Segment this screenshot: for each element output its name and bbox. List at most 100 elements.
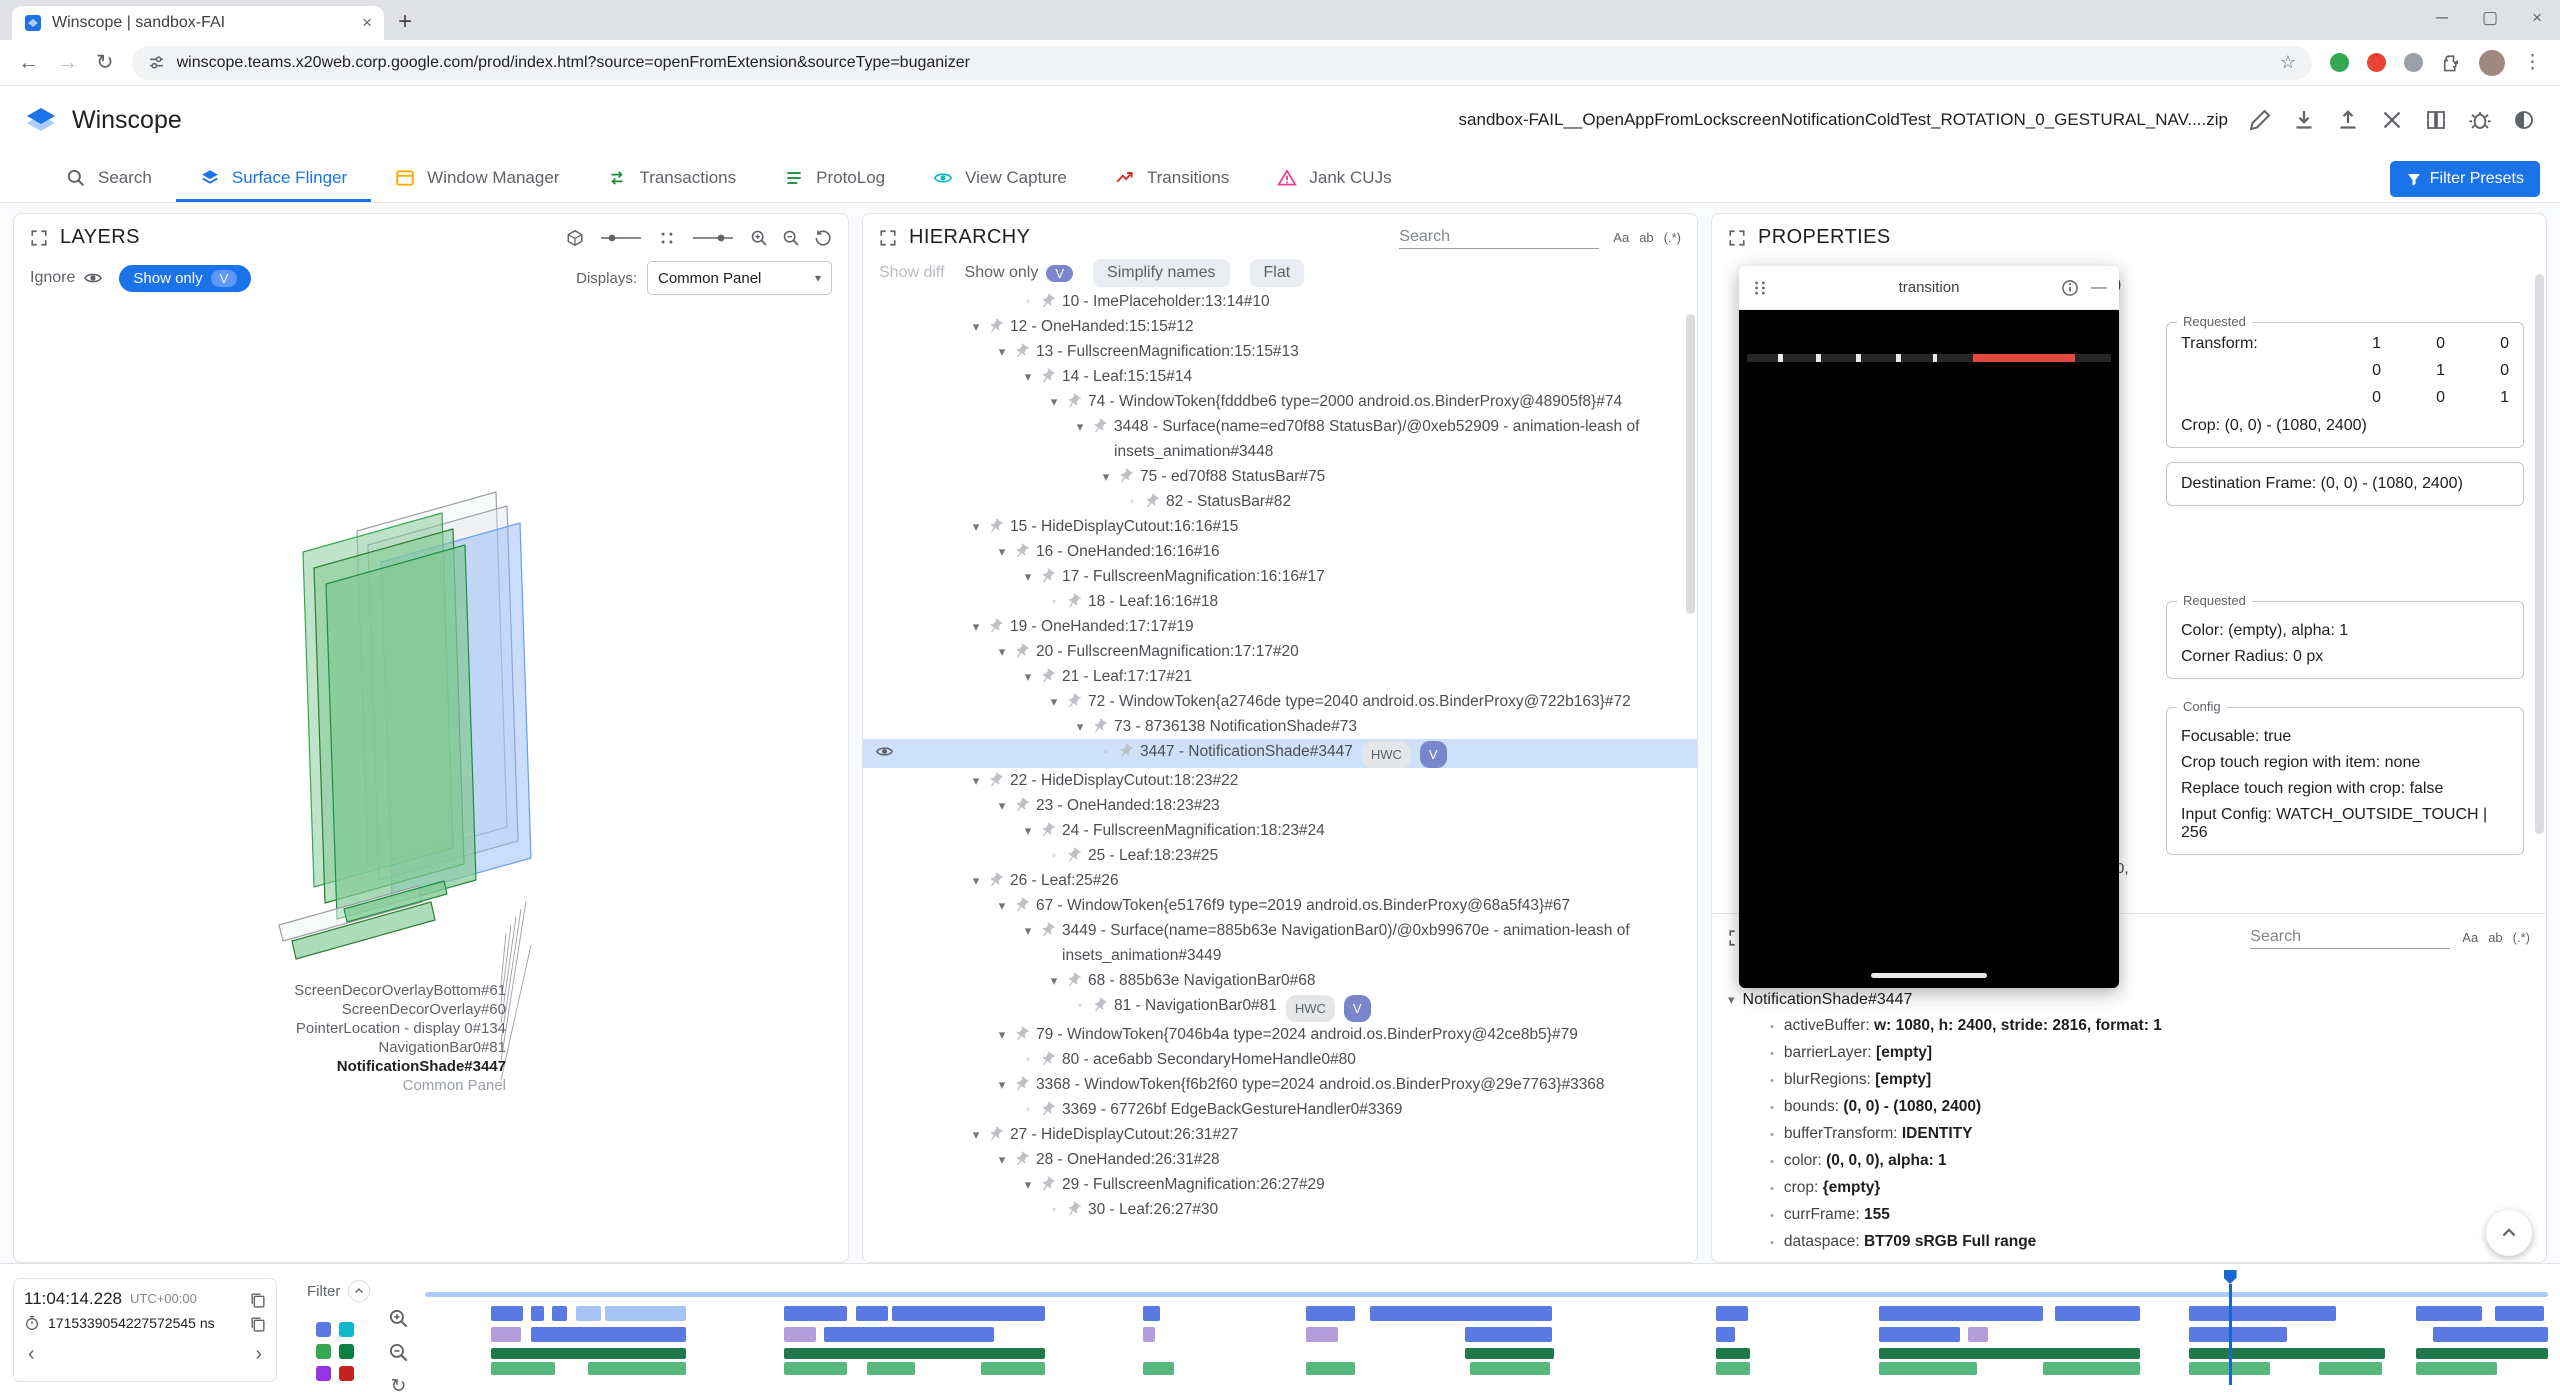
- pin-icon[interactable]: [1036, 819, 1060, 843]
- trace-toggle-icon[interactable]: [316, 1344, 331, 1359]
- show-diff-button[interactable]: Show diff: [879, 264, 945, 282]
- ignore-toggle[interactable]: Ignore: [30, 268, 103, 288]
- layer-label[interactable]: NotificationShade#3447: [14, 1057, 506, 1076]
- tree-row[interactable]: ▾13 - FullscreenMagnification:15:15#13: [863, 339, 1697, 364]
- trace-toggle-icon[interactable]: [339, 1344, 354, 1359]
- layer-label[interactable]: PointerLocation - display 0#134: [14, 1019, 506, 1038]
- browser-tab[interactable]: Winscope | sandbox-FAI ×: [12, 6, 384, 40]
- expand-panel-icon[interactable]: [1728, 229, 1746, 247]
- tree-row[interactable]: ◦82 - StatusBar#82: [863, 489, 1697, 514]
- window-minimize-icon[interactable]: ─: [2436, 8, 2448, 28]
- pin-icon[interactable]: [984, 869, 1008, 893]
- extension-icon-green[interactable]: [2330, 53, 2349, 72]
- tree-row[interactable]: ▾20 - FullscreenMagnification:17:17#20: [863, 639, 1697, 664]
- tree-row[interactable]: ▾22 - HideDisplayCutout:18:23#22: [863, 768, 1697, 793]
- tab-jank-cujs[interactable]: Jank CUJs: [1253, 154, 1415, 202]
- tab-transitions[interactable]: Transitions: [1091, 154, 1254, 202]
- download-icon[interactable]: [2292, 108, 2316, 132]
- tree-row[interactable]: ▾27 - HideDisplayCutout:26:31#27: [863, 1122, 1697, 1147]
- property-tree-row[interactable]: •currFrame: 155: [1712, 1202, 2546, 1229]
- tree-row[interactable]: ▾28 - OneHanded:26:31#28: [863, 1147, 1697, 1172]
- tab-search[interactable]: Search: [42, 154, 176, 202]
- property-tree-row[interactable]: •bounds: (0, 0) - (1080, 2400): [1712, 1094, 2546, 1121]
- layer-label[interactable]: NavigationBar0#81: [14, 1038, 506, 1057]
- prev-frame-icon[interactable]: ‹: [28, 1343, 35, 1366]
- pin-icon[interactable]: [1036, 919, 1060, 943]
- tree-row[interactable]: ▾17 - FullscreenMagnification:16:16#17: [863, 564, 1697, 589]
- tree-row[interactable]: ▾75 - ed70f88 StatusBar#75: [863, 464, 1697, 489]
- report-bug-icon[interactable]: [2468, 108, 2492, 132]
- edit-icon[interactable]: [2248, 108, 2272, 132]
- flat-button[interactable]: Flat: [1250, 259, 1305, 287]
- pin-icon[interactable]: [1036, 565, 1060, 589]
- pin-icon[interactable]: [984, 615, 1008, 639]
- reload-icon[interactable]: ↻: [96, 50, 114, 75]
- new-tab-button[interactable]: +: [398, 8, 412, 36]
- filter-presets-button[interactable]: Filter Presets: [2390, 161, 2540, 197]
- timeline-cursor[interactable]: [2229, 1284, 2232, 1385]
- layers-3d-canvas[interactable]: ScreenDecorOverlayBottom#61ScreenDecorOv…: [14, 305, 848, 1262]
- tree-row[interactable]: ▾3368 - WindowToken{f6b2f60 type=2024 an…: [863, 1072, 1697, 1097]
- pin-icon[interactable]: [1036, 290, 1060, 314]
- copy-icon[interactable]: [249, 1315, 266, 1332]
- tree-row[interactable]: ▾26 - Leaf:25#26: [863, 868, 1697, 893]
- pin-icon[interactable]: [1062, 844, 1086, 868]
- tab-close-icon[interactable]: ×: [362, 13, 372, 33]
- tree-row[interactable]: ◦81 - NavigationBar0#81HWCV: [863, 993, 1697, 1022]
- trace-toggle-icon[interactable]: [316, 1366, 331, 1381]
- property-tree-row[interactable]: •dataspace: BT709 sRGB Full range: [1712, 1229, 2546, 1256]
- tune-icon[interactable]: [148, 54, 165, 71]
- tree-row[interactable]: ◦30 - Leaf:26:27#30: [863, 1197, 1697, 1222]
- pin-icon[interactable]: [1036, 665, 1060, 689]
- search-option-ab[interactable]: ab: [1639, 230, 1653, 245]
- timeline-filter-button[interactable]: Filter: [307, 1280, 370, 1302]
- dark-mode-icon[interactable]: [2512, 108, 2536, 132]
- pin-icon[interactable]: [1010, 1023, 1034, 1047]
- reset-view-icon[interactable]: [814, 229, 832, 247]
- tree-row[interactable]: ▾29 - FullscreenMagnification:26:27#29: [863, 1172, 1697, 1197]
- tree-row[interactable]: ▾3449 - Surface(name=885b63e NavigationB…: [863, 918, 1697, 968]
- tree-row[interactable]: ▾14 - Leaf:15:15#14: [863, 364, 1697, 389]
- hierarchy-search-input[interactable]: [1399, 226, 1599, 249]
- rotation-slider[interactable]: [598, 230, 644, 246]
- search-option-ab[interactable]: ab: [2488, 930, 2502, 945]
- pin-icon[interactable]: [1010, 340, 1034, 364]
- tree-row[interactable]: ▾67 - WindowToken{e5176f9 type=2019 andr…: [863, 893, 1697, 918]
- collapse-timeline-icon[interactable]: [348, 1280, 370, 1302]
- property-tree-row[interactable]: •barrierLayer: [empty]: [1712, 1040, 2546, 1067]
- search-option-[interactable]: (.*): [1664, 230, 1681, 245]
- overlay-title-bar[interactable]: transition —: [1739, 266, 2119, 310]
- pin-icon[interactable]: [1036, 365, 1060, 389]
- timeline-zoom-in-icon[interactable]: [388, 1308, 409, 1329]
- pin-icon[interactable]: [1114, 465, 1138, 489]
- displays-select[interactable]: Common Panel▾: [647, 261, 832, 295]
- tree-row[interactable]: ▾24 - FullscreenMagnification:18:23#24: [863, 818, 1697, 843]
- pin-icon[interactable]: [1062, 590, 1086, 614]
- property-tree-row[interactable]: •bufferTransform: IDENTITY: [1712, 1121, 2546, 1148]
- tree-row[interactable]: ▾74 - WindowToken{fdddbe6 type=2000 andr…: [863, 389, 1697, 414]
- browser-menu-icon[interactable]: ⋮: [2523, 51, 2542, 74]
- tree-row[interactable]: ▾21 - Leaf:17:17#21: [863, 664, 1697, 689]
- property-tree-row[interactable]: •crop: {empty}: [1712, 1175, 2546, 1202]
- pin-icon[interactable]: [984, 769, 1008, 793]
- tree-row[interactable]: ◦25 - Leaf:18:23#25: [863, 843, 1697, 868]
- timeline-zoom-out-icon[interactable]: [388, 1342, 409, 1363]
- search-option-Aa[interactable]: Aa: [1613, 230, 1629, 245]
- pin-icon[interactable]: [1010, 894, 1034, 918]
- tree-row[interactable]: ▾73 - 8736138 NotificationShade#73: [863, 714, 1697, 739]
- tree-row[interactable]: ◦18 - Leaf:16:16#18: [863, 589, 1697, 614]
- tree-row[interactable]: ▾15 - HideDisplayCutout:16:16#15: [863, 514, 1697, 539]
- timeline-zoom-reset-icon[interactable]: ↻: [388, 1376, 409, 1392]
- tree-row[interactable]: ◦3369 - 67726bf EdgeBackGestureHandler0#…: [863, 1097, 1697, 1122]
- hierarchy-scrollbar[interactable]: [1686, 314, 1695, 614]
- zoom-in-icon[interactable]: [750, 229, 768, 247]
- extensions-puzzle-icon[interactable]: [2441, 53, 2461, 73]
- bookmark-star-icon[interactable]: ☆: [2280, 52, 2296, 73]
- info-icon[interactable]: [2061, 279, 2079, 297]
- expand-panel-icon[interactable]: [879, 229, 897, 247]
- search-option-Aa[interactable]: Aa: [2462, 930, 2478, 945]
- upload-icon[interactable]: [2336, 108, 2360, 132]
- property-tree-row[interactable]: •activeBuffer: w: 1080, h: 2400, stride:…: [1712, 1013, 2546, 1040]
- tree-row[interactable]: ◦80 - ace6abb SecondaryHomeHandle0#80: [863, 1047, 1697, 1072]
- tree-row[interactable]: ▾12 - OneHanded:15:15#12: [863, 314, 1697, 339]
